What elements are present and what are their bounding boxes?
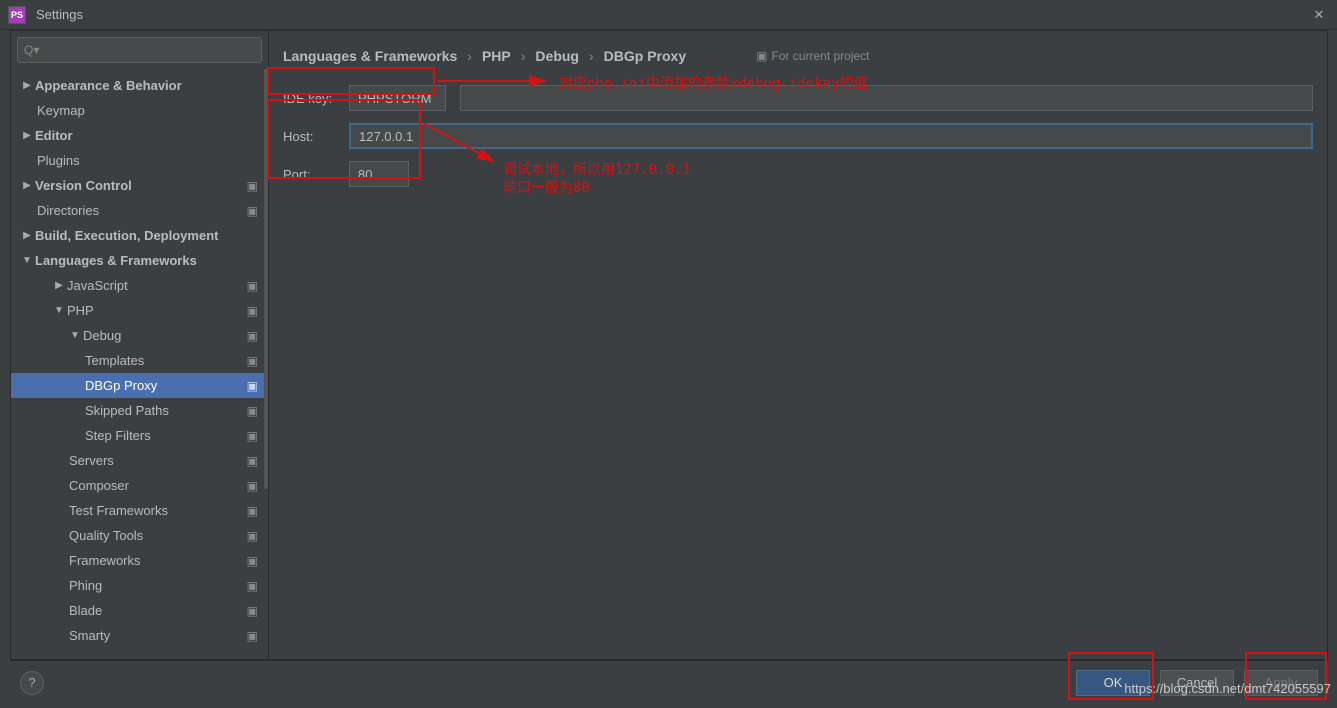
port-input[interactable] (349, 161, 409, 187)
host-input[interactable] (349, 123, 1313, 149)
tree-keymap[interactable]: Keymap (11, 98, 268, 123)
window-title: Settings (36, 7, 83, 22)
project-scope-icon: ▣ (247, 554, 258, 568)
breadcrumb-debug[interactable]: Debug (535, 48, 579, 64)
project-scope-icon: ▣ (247, 179, 258, 193)
tree-debug[interactable]: ▼Debug▣ (11, 323, 268, 348)
project-scope-icon: ▣ (247, 404, 258, 418)
tree-build[interactable]: ▶Build, Execution, Deployment (11, 223, 268, 248)
tree-php[interactable]: ▼PHP▣ (11, 298, 268, 323)
tree-phing[interactable]: Phing▣ (11, 573, 268, 598)
tree-javascript[interactable]: ▶JavaScript▣ (11, 273, 268, 298)
help-button[interactable]: ? (20, 671, 44, 695)
breadcrumb-php[interactable]: PHP (482, 48, 511, 64)
tree-servers[interactable]: Servers▣ (11, 448, 268, 473)
project-scope-icon: ▣ (247, 304, 258, 318)
project-scope-icon: ▣ (247, 329, 258, 343)
chevron-right-icon: › (589, 48, 594, 64)
tree-step-filters[interactable]: Step Filters▣ (11, 423, 268, 448)
project-scope-icon: ▣ (247, 454, 258, 468)
project-scope-icon: ▣ (247, 204, 258, 218)
project-scope-icon: ▣ (756, 49, 767, 63)
project-scope-icon: ▣ (247, 604, 258, 618)
tree-quality-tools[interactable]: Quality Tools▣ (11, 523, 268, 548)
sidebar-scrollbar[interactable] (264, 67, 268, 655)
tree-skipped-paths[interactable]: Skipped Paths▣ (11, 398, 268, 423)
breadcrumb: Languages & Frameworks › PHP › Debug › D… (283, 41, 1313, 71)
annotation-text-host-1: 调试本地，所以用127.0.0.1 (503, 159, 691, 179)
tree-test-frameworks[interactable]: Test Frameworks▣ (11, 498, 268, 523)
annotation-text-ide: 对应php.ini中添加的参数xdebug.idekey的值 (559, 73, 868, 93)
tree-templates[interactable]: Templates▣ (11, 348, 268, 373)
tree-editor[interactable]: ▶Editor (11, 123, 268, 148)
ide-key-input[interactable] (349, 85, 446, 111)
tree-langfw[interactable]: ▼Languages & Frameworks (11, 248, 268, 273)
project-scope-icon: ▣ (247, 379, 258, 393)
project-scope-icon: ▣ (247, 529, 258, 543)
breadcrumb-dbgp: DBGp Proxy (604, 48, 686, 64)
dialog-body: Q▾ ▶Appearance & Behavior Keymap ▶Editor… (10, 30, 1328, 660)
project-scope-icon: ▣ (247, 479, 258, 493)
settings-tree: ▶Appearance & Behavior Keymap ▶Editor Pl… (11, 67, 268, 659)
project-scope-icon: ▣ (247, 504, 258, 518)
tree-composer[interactable]: Composer▣ (11, 473, 268, 498)
project-scope-label: ▣ For current project (756, 49, 869, 63)
project-scope-icon: ▣ (247, 279, 258, 293)
app-icon: PS (8, 6, 26, 24)
project-scope-icon: ▣ (247, 629, 258, 643)
tree-frameworks[interactable]: Frameworks▣ (11, 548, 268, 573)
chevron-right-icon: › (521, 48, 526, 64)
ide-key-label: IDE key: (283, 91, 337, 106)
tree-plugins[interactable]: Plugins (11, 148, 268, 173)
settings-sidebar: Q▾ ▶Appearance & Behavior Keymap ▶Editor… (11, 31, 269, 659)
chevron-right-icon: › (467, 48, 472, 64)
tree-appearance[interactable]: ▶Appearance & Behavior (11, 73, 268, 98)
titlebar: PS Settings ✕ (0, 0, 1337, 30)
tree-directories[interactable]: Directories▣ (11, 198, 268, 223)
tree-smarty[interactable]: Smarty▣ (11, 623, 268, 648)
tree-vcs[interactable]: ▶Version Control▣ (11, 173, 268, 198)
project-scope-icon: ▣ (247, 429, 258, 443)
project-scope-icon: ▣ (247, 579, 258, 593)
tree-blade[interactable]: Blade▣ (11, 598, 268, 623)
host-label: Host: (283, 129, 337, 144)
search-input[interactable]: Q▾ (17, 37, 262, 63)
port-label: Port: (283, 167, 337, 182)
search-icon: Q▾ (24, 43, 39, 57)
settings-content: Languages & Frameworks › PHP › Debug › D… (269, 31, 1327, 659)
close-icon[interactable]: ✕ (1309, 5, 1329, 25)
breadcrumb-langfw[interactable]: Languages & Frameworks (283, 48, 457, 64)
tree-dbgp-proxy[interactable]: DBGp Proxy▣ (11, 373, 268, 398)
project-scope-icon: ▣ (247, 354, 258, 368)
annotation-text-host-2: 端口一般为80 (503, 177, 590, 197)
watermark: https://blog.csdn.net/dmt742055597 (1124, 681, 1331, 696)
